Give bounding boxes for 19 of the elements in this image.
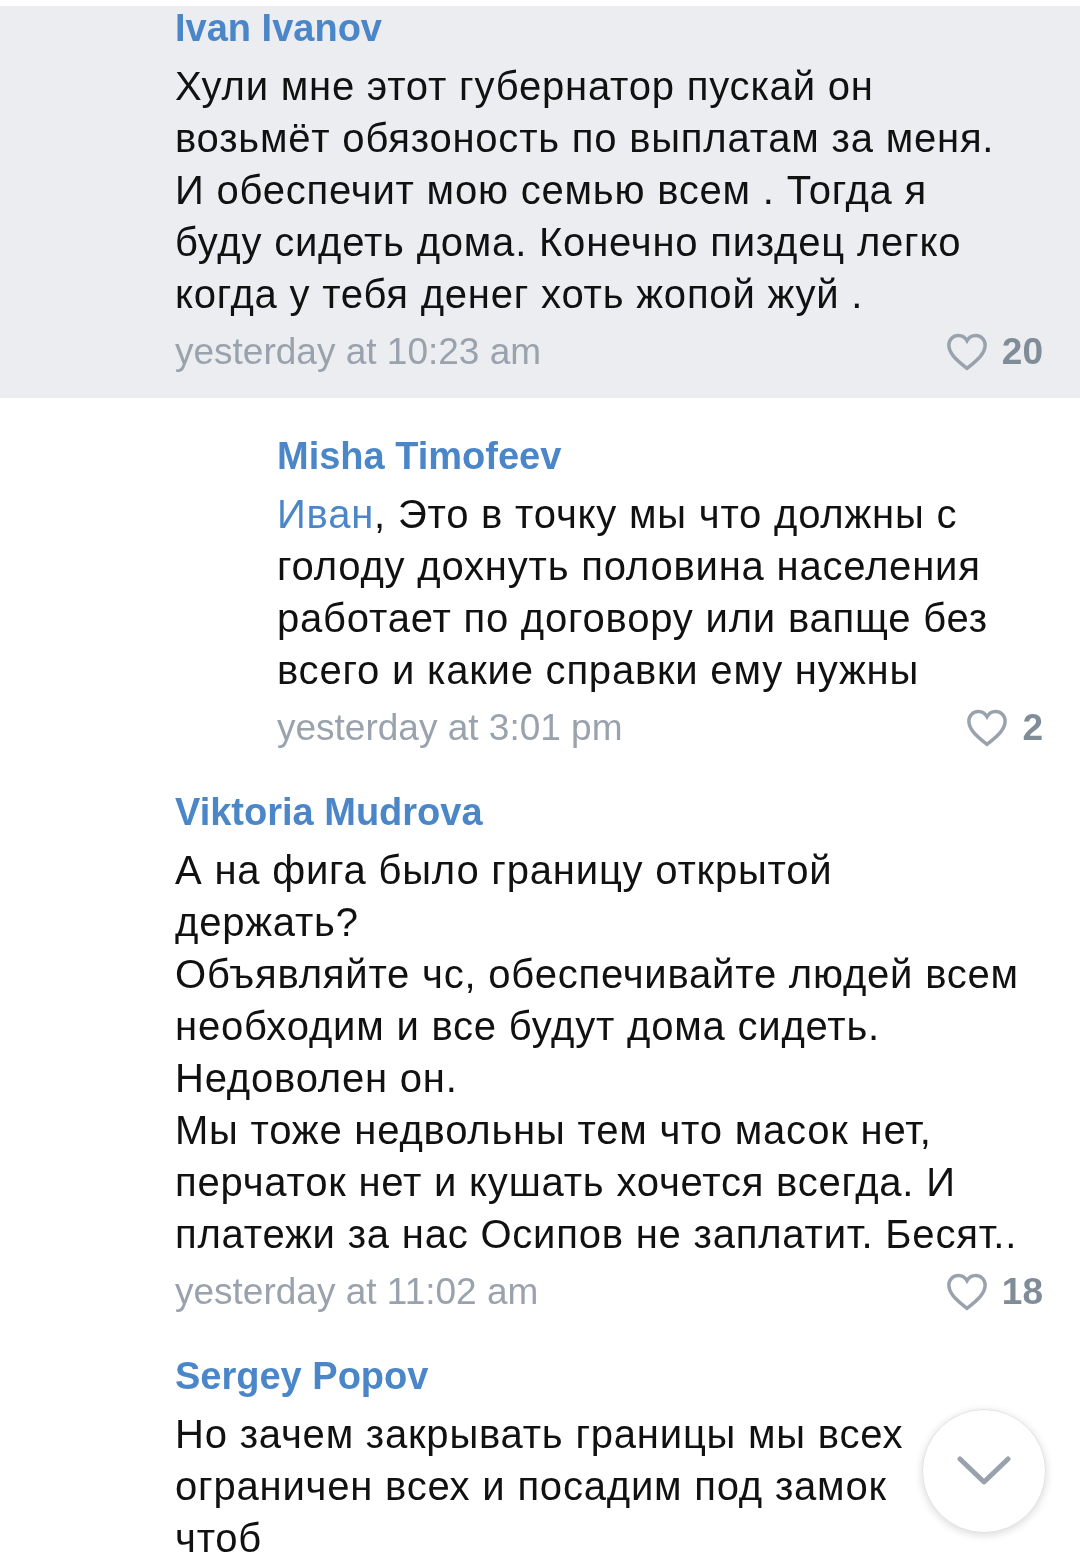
author-name[interactable]: Sergey Popov <box>175 1354 429 1398</box>
author-name[interactable]: Viktoria Mudrova <box>175 790 483 834</box>
heart-icon[interactable] <box>945 333 988 371</box>
comment-text: Но зачем закрывать границы мы всех ограничен всех и посадим под замок чтоб <box>175 1411 905 1562</box>
like-count: 20 <box>1001 331 1043 373</box>
chevron-down-icon <box>957 1456 1011 1486</box>
like-count: 18 <box>1001 1271 1043 1313</box>
author-name[interactable]: Misha Timofeev <box>277 434 562 478</box>
mention-link[interactable]: Иван <box>277 492 375 536</box>
author-name[interactable]: Ivan Ivanov <box>175 6 382 50</box>
comment-text: Иван, Это в точку мы что должны с голоду дохнуть половина населения работает по договору или вапще без всего и какие справки ему нужны <box>277 491 989 694</box>
like-count: 2 <box>1022 707 1043 749</box>
comment-date: yesterday at 10:23 am <box>175 331 542 373</box>
comment-text: А на фига было границу открытой держать? Объявляйте чс, обеспечивайте людей всем необходим и все будут дома сидеть. Недоволен он. Мы тоже недвольны тем что масок нет, перчаток нет и кушать хочется всегда. И платежи за нас Осипов не заплатит. Бесят.. <box>175 847 1020 1258</box>
heart-icon[interactable] <box>945 1273 988 1311</box>
heart-icon[interactable] <box>966 709 1009 747</box>
comment-text: Хули мне этот губернатор пускай он возьмёт обязоность по выплатам за меня. И обеспечит мою семью всем . Тогда я буду сидеть дома. Конечно пиздец легко когда у тебя денег хоть жопой жуй . <box>175 63 996 318</box>
comment-date: yesterday at 3:01 pm <box>277 707 623 749</box>
comment-date: yesterday at 11:02 am <box>175 1271 539 1313</box>
